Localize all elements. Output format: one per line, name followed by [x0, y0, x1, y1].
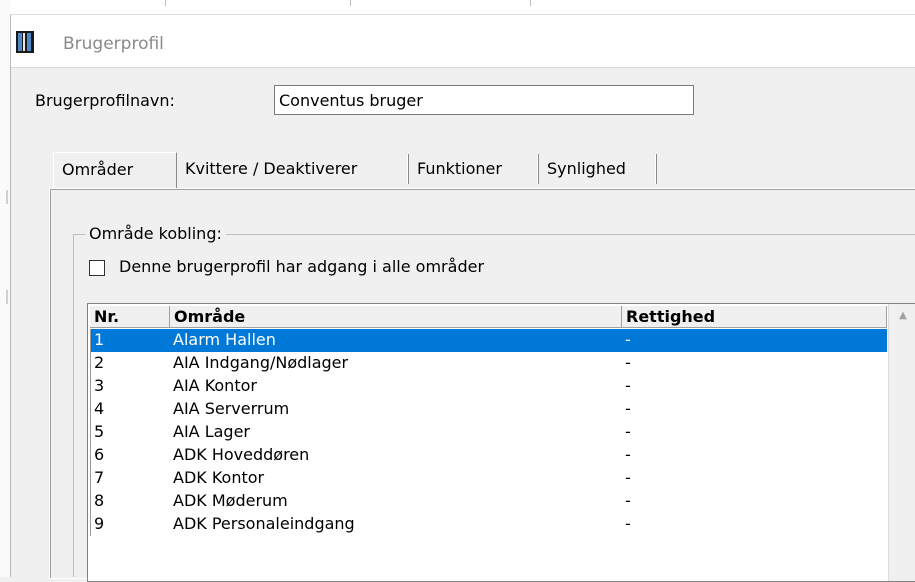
scroll-up-arrow-icon[interactable]: ▲ — [889, 304, 915, 328]
table-row[interactable]: 1 Alarm Hallen - — [90, 329, 887, 352]
row-omraade: ADK Hoveddøren — [173, 445, 310, 464]
tab-synlighed[interactable]: Synlighed — [539, 152, 657, 188]
list-rows: 1 Alarm Hallen -2 AIA Indgang/Nødlager -3 AIA… — [90, 329, 887, 536]
table-row[interactable]: 2 AIA Indgang/Nødlager - — [90, 352, 887, 375]
group-label-omraade-kobling: Område kobling: — [85, 224, 226, 244]
row-omraade: AIA Kontor — [173, 376, 257, 395]
row-nr: 9 — [90, 513, 170, 536]
row-omraade: AIA Serverrum — [173, 399, 290, 418]
profile-name-label: Brugerprofilnavn: — [35, 91, 175, 110]
tab-omraader-label: Områder — [62, 160, 134, 179]
tab-kvittere-label: Kvittere / Deaktiverer — [185, 159, 358, 178]
row-rettighed: - — [625, 422, 631, 441]
column-header-rettighed[interactable]: Rettighed — [622, 306, 887, 328]
table-row[interactable]: 6 ADK Hoveddøren - — [90, 444, 887, 467]
row-omraade: AIA Lager — [173, 422, 250, 441]
row-rettighed: - — [625, 353, 631, 372]
row-rettighed: - — [625, 445, 631, 464]
profile-name-input[interactable] — [274, 85, 694, 115]
row-nr: 4 — [90, 398, 170, 421]
table-row[interactable]: 9 ADK Personaleindgang - — [90, 513, 887, 536]
table-row[interactable]: 3 AIA Kontor - — [90, 375, 887, 398]
tab-kvittere-deaktiverer[interactable]: Kvittere / Deaktiverer — [177, 152, 409, 188]
tab-omraader[interactable]: Områder — [53, 152, 177, 188]
row-rettighed: - — [625, 491, 631, 510]
row-rettighed: - — [625, 399, 631, 418]
row-rettighed: - — [625, 514, 631, 533]
row-omraade: AIA Indgang/Nødlager — [173, 353, 349, 372]
row-nr: 7 — [90, 467, 170, 490]
all-areas-checkbox[interactable] — [89, 260, 105, 276]
column-header-nr[interactable]: Nr. — [90, 306, 170, 328]
tab-funktioner-label: Funktioner — [417, 159, 502, 178]
row-omraade: ADK Møderum — [173, 491, 288, 510]
row-rettighed: - — [625, 468, 631, 487]
table-row[interactable]: 4 AIA Serverrum - — [90, 398, 887, 421]
row-omraade: ADK Kontor — [173, 468, 265, 487]
table-row[interactable]: 7 ADK Kontor - — [90, 467, 887, 490]
row-nr: 8 — [90, 490, 170, 513]
table-row[interactable]: 8 ADK Møderum - — [90, 490, 887, 513]
vertical-scrollbar[interactable]: ▲ — [888, 304, 915, 581]
title-bar[interactable]: Brugerprofil — [11, 15, 915, 68]
row-nr: 2 — [90, 352, 170, 375]
list-header: Nr. Område Rettighed — [90, 306, 887, 328]
background-window-top — [10, 0, 915, 15]
row-rettighed: - — [625, 376, 631, 395]
area-list: Nr. Område Rettighed 1 Alarm Hallen -2 AIA … — [87, 303, 915, 582]
row-omraade: Alarm Hallen — [170, 329, 622, 352]
brugerprofil-dialog: Brugerprofil Brugerprofilnavn: Områder K… — [10, 15, 915, 582]
row-rettighed: - — [622, 329, 887, 352]
row-nr: 3 — [90, 375, 170, 398]
tab-synlighed-label: Synlighed — [547, 159, 626, 178]
table-row[interactable]: 5 AIA Lager - — [90, 421, 887, 444]
row-nr: 5 — [90, 421, 170, 444]
window-title: Brugerprofil — [63, 34, 164, 54]
row-nr: 1 — [90, 329, 170, 352]
barcode-app-icon — [16, 31, 34, 53]
area-list-body: Nr. Område Rettighed 1 Alarm Hallen -2 AIA … — [90, 306, 887, 581]
all-areas-checkbox-label[interactable]: Denne brugerprofil har adgang i alle omr… — [119, 257, 484, 277]
group-border-left — [73, 234, 74, 577]
tab-funktioner[interactable]: Funktioner — [409, 152, 539, 188]
row-omraade: ADK Personaleindgang — [173, 514, 355, 533]
row-nr: 6 — [90, 444, 170, 467]
column-header-omraade[interactable]: Område — [170, 306, 622, 328]
